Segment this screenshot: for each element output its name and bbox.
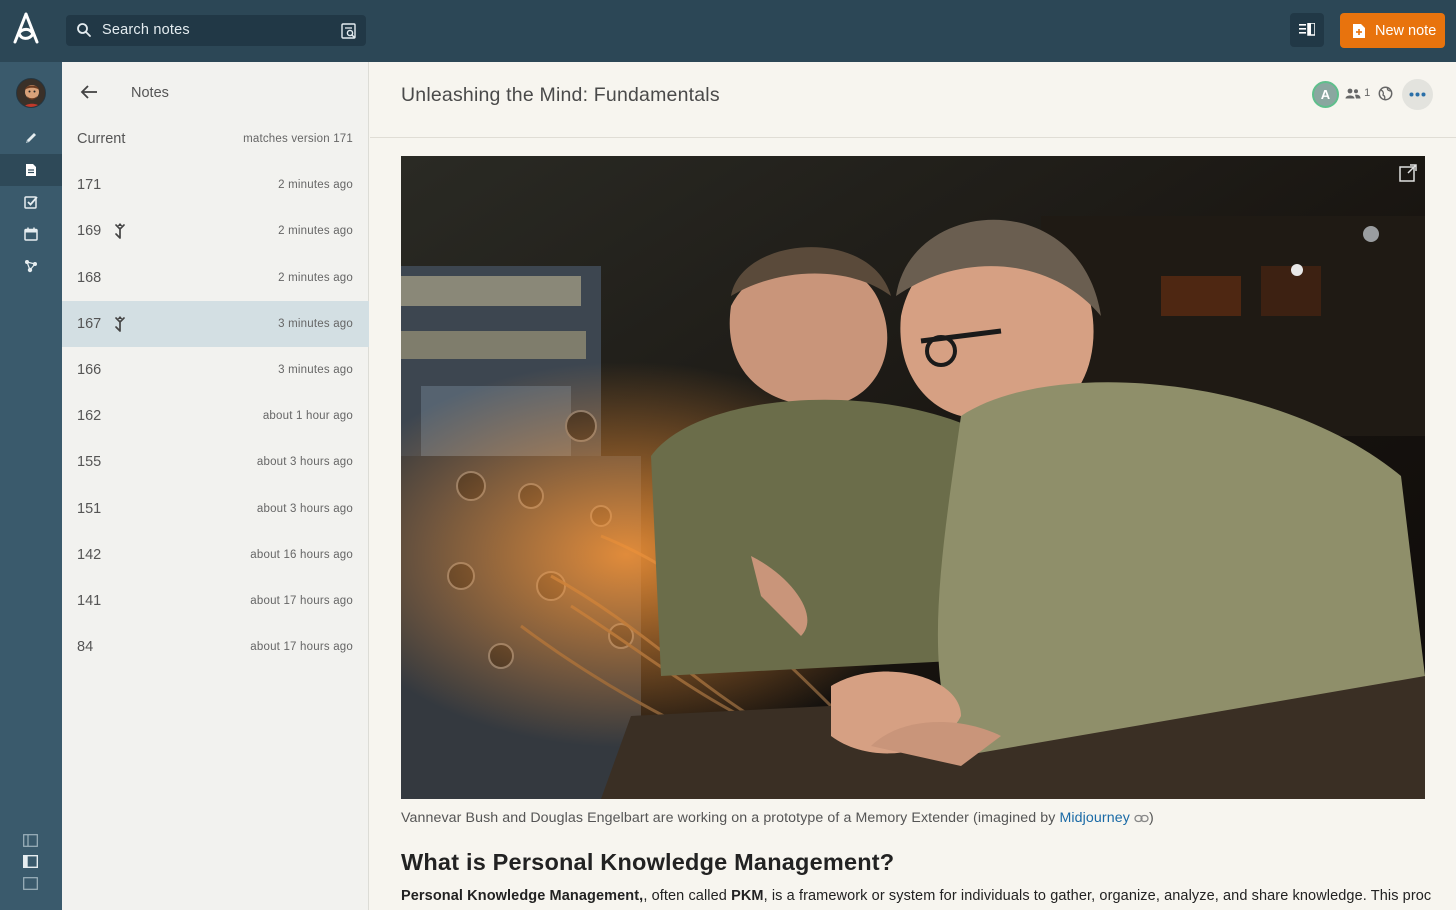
search-box[interactable]: Search notes — [66, 15, 366, 46]
version-label: 169 — [77, 223, 102, 240]
search-icon — [77, 23, 91, 37]
app-logo-icon[interactable] — [10, 12, 42, 46]
para-text-2: , often called — [643, 888, 732, 904]
top-bar: Search notes New note — [0, 0, 1456, 62]
caption-text: Vannevar Bush and Douglas Engelbart are … — [401, 810, 1060, 826]
version-row[interactable]: 169 2 minutes ago — [62, 208, 369, 254]
expand-image-icon[interactable] — [1399, 164, 1417, 182]
version-label: 168 — [77, 269, 102, 286]
workshop-illustration — [401, 156, 1425, 799]
version-time: about 3 hours ago — [256, 456, 353, 469]
collaborator-avatar[interactable]: A — [1312, 81, 1339, 108]
pencil-icon — [26, 133, 36, 143]
layout-icon — [1299, 23, 1315, 36]
layout-full-icon[interactable] — [23, 877, 38, 890]
merge-icon — [115, 223, 125, 240]
version-time: about 17 hours ago — [250, 641, 353, 654]
note-editor: Unleashing the Mind: Fundamentals A 1 Va… — [370, 62, 1456, 910]
body-paragraph: Personal Knowledge Management,, often ca… — [401, 888, 1431, 904]
version-label: 141 — [77, 593, 102, 609]
ellipsis-icon — [1409, 92, 1426, 97]
caption-end: ) — [1148, 810, 1154, 826]
advanced-search-icon[interactable] — [340, 22, 358, 40]
version-row[interactable]: 171 2 minutes ago — [62, 162, 369, 208]
version-label: 162 — [77, 408, 102, 425]
share-count-value: 1 — [1364, 87, 1371, 99]
share-count[interactable]: 1 — [1345, 87, 1370, 99]
avatar-image — [17, 79, 45, 107]
pkm-term: Personal Knowledge Management — [401, 888, 640, 904]
version-time: 2 minutes ago — [278, 271, 353, 284]
version-label: Current — [77, 131, 126, 147]
caption-link[interactable]: Midjourney — [1060, 810, 1130, 826]
version-label: 171 — [77, 177, 102, 194]
panel-header: Notes — [62, 62, 369, 124]
version-label: 84 — [77, 639, 94, 656]
version-row[interactable]: 166 3 minutes ago — [62, 347, 369, 393]
version-time: about 16 hours ago — [250, 548, 353, 561]
version-time: 2 minutes ago — [278, 225, 353, 238]
version-time: about 1 hour ago — [262, 410, 353, 423]
version-row[interactable]: 155 about 3 hours ago — [62, 439, 369, 485]
rail-item-edit[interactable] — [0, 122, 62, 154]
note-icon — [26, 164, 36, 176]
image-caption: Vannevar Bush and Douglas Engelbart are … — [401, 810, 1154, 826]
version-label: 155 — [77, 454, 102, 471]
version-row[interactable]: 162 about 1 hour ago — [62, 393, 369, 439]
back-arrow-icon[interactable] — [80, 84, 98, 100]
version-time: 3 minutes ago — [278, 317, 353, 330]
new-note-button[interactable]: New note — [1340, 13, 1445, 48]
new-note-icon — [1353, 24, 1365, 38]
para-text-4: , is a framework or system for individua… — [763, 888, 1431, 904]
layout-split-icon[interactable] — [23, 834, 38, 847]
note-title[interactable]: Unleashing the Mind: Fundamentals — [401, 84, 720, 107]
version-time: matches version 171 — [243, 133, 353, 145]
section-heading: What is Personal Knowledge Management? — [401, 849, 895, 875]
version-row[interactable]: 151 about 3 hours ago — [62, 486, 369, 532]
rail-item-notes[interactable] — [0, 154, 62, 186]
new-note-label: New note — [1375, 23, 1437, 39]
globe-icon[interactable] — [1378, 86, 1393, 101]
version-label: 167 — [77, 315, 102, 332]
merge-icon — [115, 315, 125, 332]
left-rail — [0, 62, 62, 910]
pkm-abbrev: PKM — [731, 888, 764, 904]
task-icon — [24, 196, 38, 209]
version-time: about 17 hours ago — [250, 595, 353, 607]
link-icon — [1134, 814, 1149, 822]
layout-sidebar-icon[interactable] — [23, 855, 38, 868]
layout-toggle-button[interactable] — [1290, 13, 1324, 47]
version-row[interactable]: 142 about 16 hours ago — [62, 532, 369, 578]
user-avatar[interactable] — [16, 78, 46, 108]
version-history-panel: Notes Current matches version 171 171 2 min… — [62, 62, 369, 910]
more-options-button[interactable] — [1402, 79, 1433, 110]
version-time: 3 minutes ago — [278, 364, 353, 376]
version-row[interactable]: 167 3 minutes ago — [62, 300, 369, 347]
graph-icon — [25, 260, 37, 273]
version-label: 151 — [77, 500, 102, 517]
rail-item-calendar[interactable] — [0, 218, 62, 250]
version-row[interactable]: 168 2 minutes ago — [62, 255, 369, 301]
version-row[interactable]: 84 about 17 hours ago — [62, 624, 369, 670]
panel-title: Notes — [131, 85, 169, 101]
version-label: 142 — [77, 546, 102, 563]
rail-item-graph[interactable] — [0, 250, 62, 282]
note-header: Unleashing the Mind: Fundamentals A 1 — [370, 62, 1456, 138]
version-row[interactable]: 141 about 17 hours ago — [62, 578, 369, 624]
search-input[interactable]: Search notes — [102, 22, 190, 38]
rail-item-tasks[interactable] — [0, 186, 62, 218]
note-image[interactable] — [401, 156, 1425, 799]
version-row[interactable]: Current matches version 171 — [62, 116, 369, 162]
version-time: 2 minutes ago — [278, 179, 353, 192]
people-icon — [1345, 88, 1361, 99]
calendar-icon — [24, 227, 38, 241]
version-time: about 3 hours ago — [256, 502, 353, 515]
version-label: 166 — [77, 362, 102, 378]
